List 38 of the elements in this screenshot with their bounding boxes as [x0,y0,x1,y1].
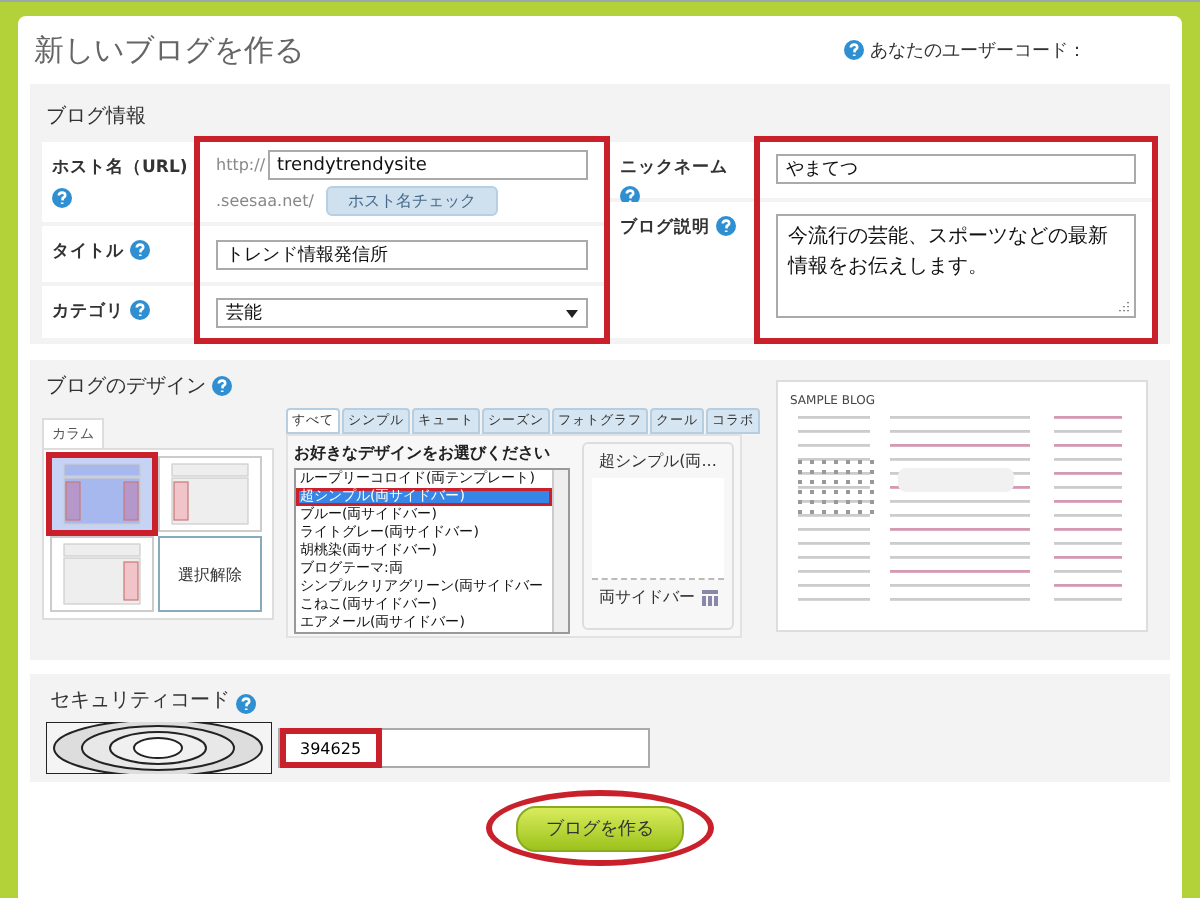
url-suffix: .seesaa.net/ [216,192,314,210]
title-input[interactable]: トレンド情報発信所 [216,240,588,270]
page-title: 新しいブログを作る [34,31,304,69]
caret-icon [565,309,578,317]
field-label: ブログ説明 [620,216,710,240]
create-blog-button[interactable]: ブログを作る [516,806,684,852]
design-thumbnail [592,478,724,580]
category-select[interactable]: 芸能 [216,298,588,328]
section-heading: ブログのデザイン [46,373,206,400]
section-heading: セキュリティコード [50,688,230,714]
resize-grip-icon [1118,300,1130,312]
nickname-input[interactable]: やまてつ [776,154,1136,184]
host-input[interactable]: trendytrendysite [267,150,588,180]
help-icon[interactable] [716,216,736,236]
help-icon[interactable] [130,240,150,260]
clear-selection-button[interactable]: 選択解除 [158,536,262,612]
description-textarea[interactable]: 今流行の芸能、スポーツなどの最新情報をお伝えします。 [776,214,1136,318]
user-code-label: あなたのユーザーコード： [870,39,1086,63]
field-label: タイトル [52,240,124,264]
help-icon[interactable] [130,300,150,320]
list-title: お好きなデザインをお選びください [294,442,552,464]
scrollbar[interactable] [552,470,568,632]
field-label: ニックネーム [620,156,728,180]
layout-option[interactable] [50,536,154,612]
field-label: カテゴリ [52,300,124,324]
help-icon[interactable] [212,376,232,396]
security-code-input[interactable]: 394625 [278,728,650,768]
columns-icon [701,589,717,605]
url-prefix: http:// [216,156,266,174]
section-heading: ブログ情報 [46,103,146,130]
field-label: ホスト名（URL) [52,156,188,180]
help-icon[interactable] [52,187,72,207]
design-name: 超シンプル(両... [599,450,717,472]
help-icon[interactable] [844,40,864,60]
help-icon[interactable] [236,694,256,714]
layout-option[interactable] [158,456,262,532]
layout-label: 両サイドバー [599,586,695,608]
check-button[interactable]: ホスト名チェック [325,186,498,216]
